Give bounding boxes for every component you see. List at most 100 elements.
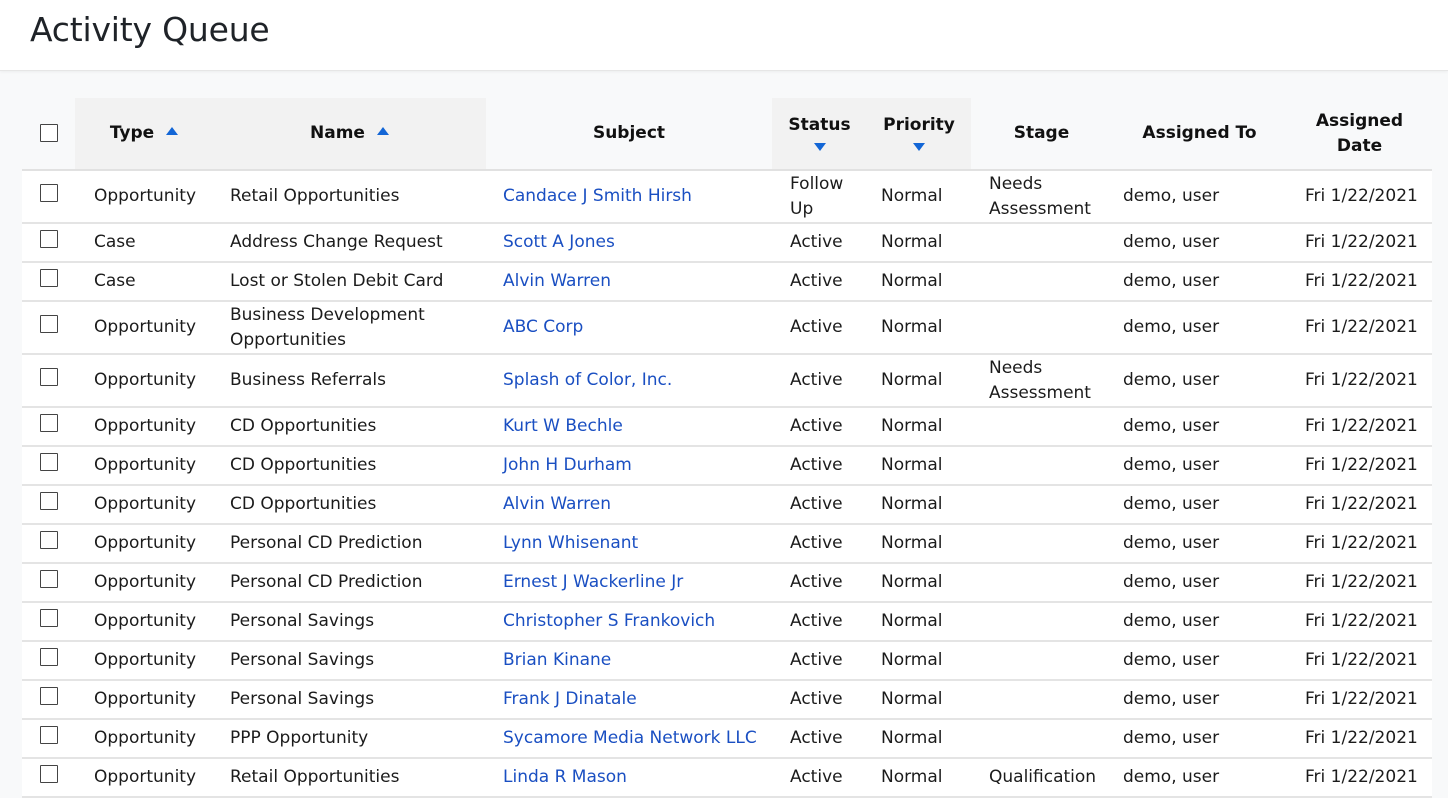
cell-stage: [971, 524, 1112, 564]
cell-stage: [971, 223, 1112, 263]
cell-assigned-date: Fri 1/22/2021: [1287, 262, 1432, 302]
row-checkbox[interactable]: [39, 315, 58, 333]
subject-link[interactable]: ABC Corp: [503, 317, 583, 337]
row-select-cell: [22, 223, 75, 263]
cell-assigned-date: Fri 1/22/2021: [1287, 758, 1432, 798]
row-checkbox[interactable]: [39, 570, 58, 588]
row-checkbox[interactable]: [39, 269, 58, 287]
cell-stage: Needs Assessment: [971, 354, 1112, 408]
cell-subject: Alvin Warren: [486, 485, 772, 525]
row-select-cell: [22, 680, 75, 720]
cell-name: Personal Savings: [213, 602, 486, 642]
table-row[interactable]: Opportunity Personal Savings Christopher S…: [22, 602, 1432, 642]
table-row[interactable]: Opportunity Personal CD Prediction Lynn Wh…: [22, 524, 1432, 564]
subject-link[interactable]: Ernest J Wackerline Jr: [503, 572, 683, 592]
page-header: Activity Queue: [0, 0, 1448, 71]
subject-link[interactable]: Sycamore Media Network LLC: [503, 728, 757, 748]
cell-assigned-to: demo, user: [1112, 354, 1287, 408]
row-select-cell: [22, 446, 75, 486]
subject-link[interactable]: Scott A Jones: [503, 232, 615, 252]
cell-priority: Normal: [867, 602, 971, 642]
subject-link[interactable]: Brian Kinane: [503, 650, 611, 670]
cell-priority: Normal: [867, 524, 971, 564]
row-select-cell: [22, 602, 75, 642]
table-row[interactable]: Opportunity Personal CD Prediction Ernest …: [22, 563, 1432, 603]
subject-link[interactable]: Lynn Whisenant: [503, 533, 638, 553]
table-row[interactable]: Opportunity Personal Savings Brian Kinane A…: [22, 641, 1432, 681]
select-all-checkbox[interactable]: [39, 124, 58, 142]
column-header-label: Status: [788, 115, 851, 135]
cell-subject: Scott A Jones: [486, 223, 772, 263]
table-row[interactable]: Opportunity PPP Opportunity Sycamore Media…: [22, 719, 1432, 759]
row-checkbox[interactable]: [39, 726, 58, 744]
row-checkbox[interactable]: [39, 414, 58, 432]
row-checkbox[interactable]: [39, 492, 58, 510]
column-header-priority[interactable]: Priority: [867, 98, 971, 171]
cell-priority: Normal: [867, 641, 971, 681]
subject-link[interactable]: Splash of Color, Inc.: [503, 370, 672, 390]
row-checkbox[interactable]: [39, 453, 58, 471]
cell-assigned-date: Fri 1/22/2021: [1287, 446, 1432, 486]
table-row[interactable]: Opportunity CD Opportunities John H Durham…: [22, 446, 1432, 486]
column-header-type[interactable]: Type: [75, 98, 213, 171]
column-header-status[interactable]: Status: [772, 98, 867, 171]
cell-subject: Christopher S Frankovich: [486, 602, 772, 642]
column-header-name[interactable]: Name: [213, 98, 486, 171]
row-checkbox[interactable]: [39, 368, 58, 386]
row-checkbox[interactable]: [39, 765, 58, 783]
row-checkbox[interactable]: [39, 609, 58, 627]
cell-priority: Normal: [867, 758, 971, 798]
cell-stage: [971, 485, 1112, 525]
cell-status: Active: [772, 446, 867, 486]
subject-link[interactable]: Kurt W Bechle: [503, 416, 623, 436]
subject-link[interactable]: Alvin Warren: [503, 494, 611, 514]
column-header-assigned-to[interactable]: Assigned To: [1112, 98, 1287, 171]
subject-link[interactable]: Frank J Dinatale: [503, 689, 637, 709]
header-select-all: [22, 98, 75, 171]
cell-subject: Kurt W Bechle: [486, 407, 772, 447]
table-row[interactable]: Case Lost or Stolen Debit Card Alvin Warre…: [22, 262, 1432, 302]
cell-priority: Normal: [867, 485, 971, 525]
table-row[interactable]: Opportunity Personal Savings Frank J Dinat…: [22, 680, 1432, 720]
row-select-cell: [22, 485, 75, 525]
column-header-assigned-date[interactable]: Assigned Date: [1287, 98, 1432, 171]
cell-type: Opportunity: [75, 170, 213, 224]
row-checkbox[interactable]: [39, 687, 58, 705]
column-header-label: Priority: [883, 115, 955, 135]
table-body: Opportunity Retail Opportunities Candace J…: [22, 170, 1432, 798]
cell-name: Personal CD Prediction: [213, 524, 486, 564]
cell-assigned-date: Fri 1/22/2021: [1287, 602, 1432, 642]
cell-stage: Needs Assessment: [971, 170, 1112, 224]
subject-link[interactable]: Candace J Smith Hirsh: [503, 186, 692, 206]
cell-priority: Normal: [867, 407, 971, 447]
table-row[interactable]: Opportunity Business Development Opportun…: [22, 301, 1432, 355]
column-header-label: Stage: [1013, 123, 1070, 143]
row-checkbox[interactable]: [39, 184, 58, 202]
row-checkbox[interactable]: [39, 531, 58, 549]
table-row[interactable]: Opportunity Business Referrals Splash of C…: [22, 354, 1432, 408]
cell-priority: Normal: [867, 223, 971, 263]
cell-assigned-to: demo, user: [1112, 407, 1287, 447]
column-header-subject[interactable]: Subject: [486, 98, 772, 171]
row-checkbox[interactable]: [39, 648, 58, 666]
table-header-row: Type Name Subject Status Priority Stage …: [22, 98, 1432, 171]
table-row[interactable]: Opportunity Retail Opportunities Linda R M…: [22, 758, 1432, 798]
subject-link[interactable]: John H Durham: [503, 455, 632, 475]
table-row[interactable]: Opportunity CD Opportunities Alvin Warren A…: [22, 485, 1432, 525]
cell-name: Address Change Request: [213, 223, 486, 263]
table-row[interactable]: Opportunity CD Opportunities Kurt W Bechle…: [22, 407, 1432, 447]
cell-assigned-to: demo, user: [1112, 301, 1287, 355]
subject-link[interactable]: Linda R Mason: [503, 767, 627, 787]
cell-priority: Normal: [867, 354, 971, 408]
cell-status: Active: [772, 758, 867, 798]
cell-type: Opportunity: [75, 524, 213, 564]
table-row[interactable]: Case Address Change Request Scott A Jones A…: [22, 223, 1432, 263]
row-checkbox[interactable]: [39, 230, 58, 248]
cell-status: Active: [772, 524, 867, 564]
cell-assigned-to: demo, user: [1112, 719, 1287, 759]
subject-link[interactable]: Christopher S Frankovich: [503, 611, 715, 631]
cell-name: Business Development Opportunities: [213, 301, 486, 355]
subject-link[interactable]: Alvin Warren: [503, 271, 611, 291]
column-header-stage[interactable]: Stage: [971, 98, 1112, 171]
table-row[interactable]: Opportunity Retail Opportunities Candace J…: [22, 170, 1432, 224]
